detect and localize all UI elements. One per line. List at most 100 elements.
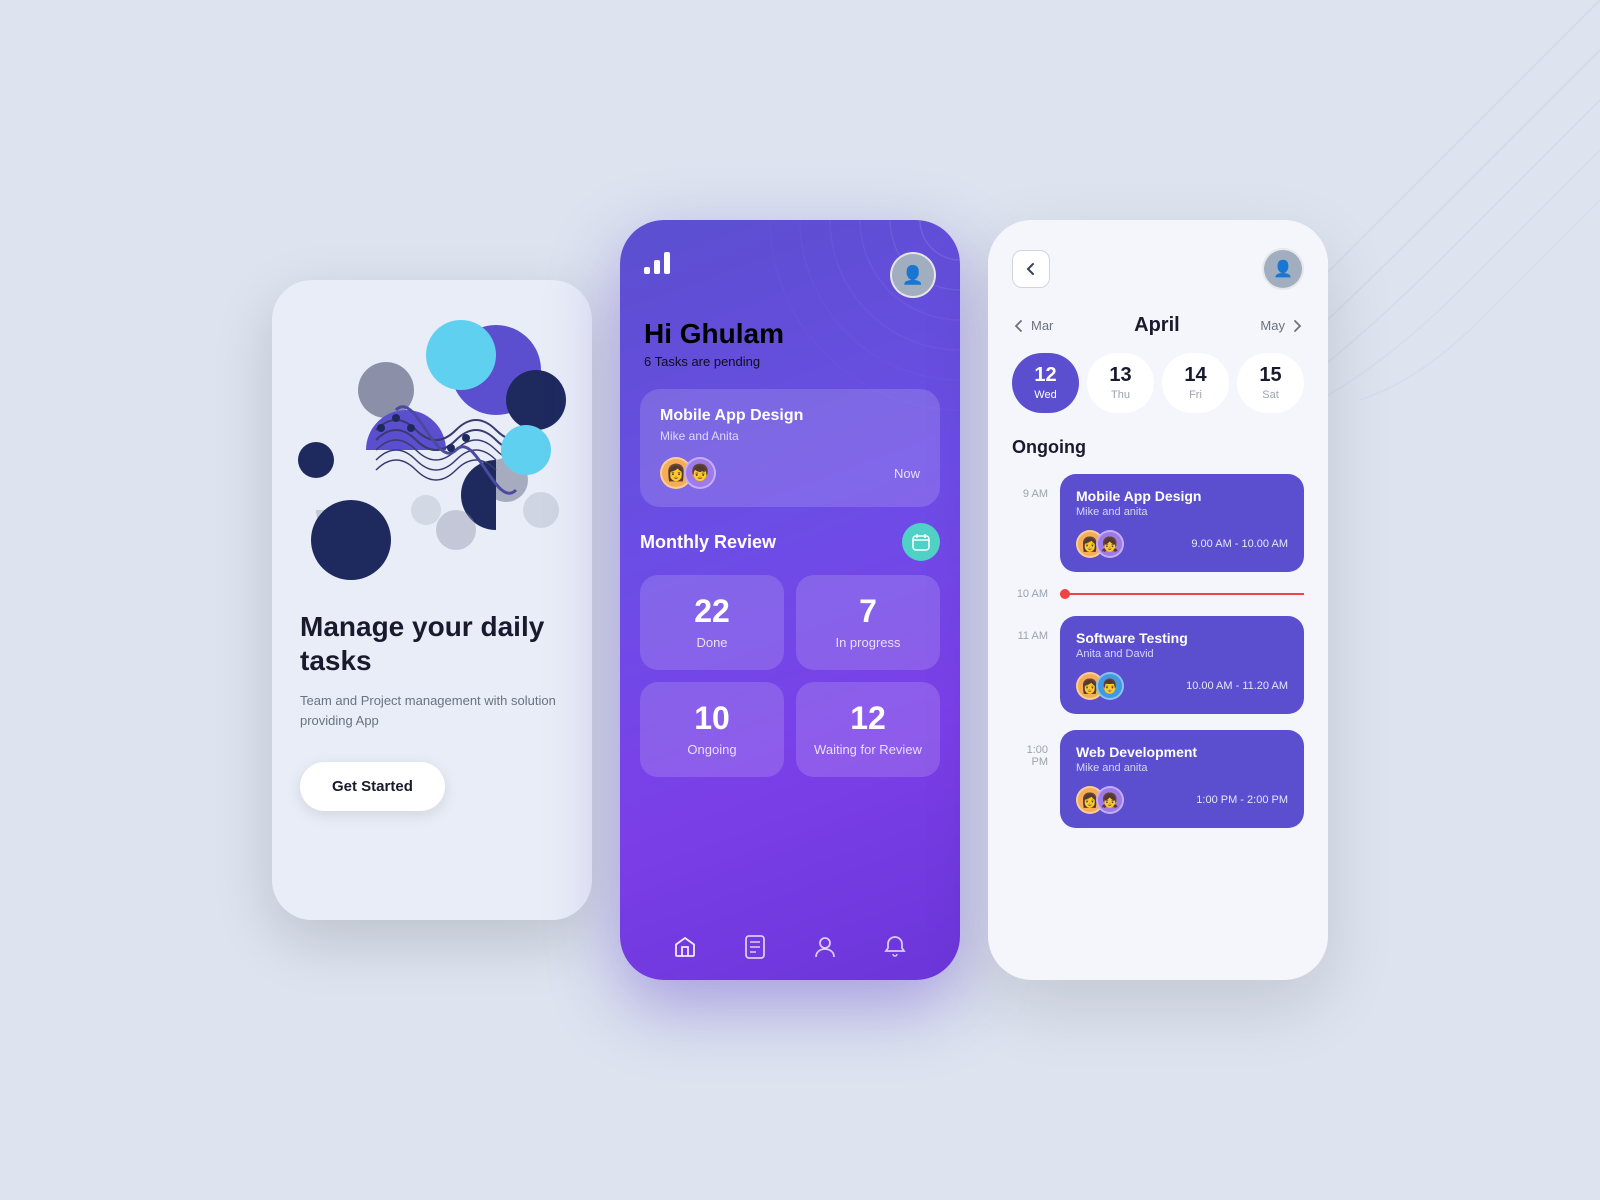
event-1-time-label: 9 AM (1012, 474, 1048, 500)
day-14[interactable]: 14 Fri (1162, 353, 1229, 413)
event-3-time-label: 1:00 PM (1012, 730, 1048, 768)
stat-inprogress-label: In progress (835, 635, 900, 650)
stat-done: 22 Done (640, 575, 784, 670)
bars-icon (644, 252, 672, 279)
next-month-button[interactable]: May (1260, 318, 1304, 333)
event-1-title: Mobile App Design (1076, 488, 1288, 504)
task-avatar-group: 👩 👦 (660, 457, 708, 489)
current-time-label: 10 AM (1012, 588, 1048, 600)
get-started-button[interactable]: Get Started (300, 762, 445, 811)
bottom-nav (620, 914, 960, 980)
event-3-avatars: 👩 👧 (1076, 786, 1116, 814)
calendar-header: 👤 (988, 220, 1328, 306)
calendar-section: Mar April May 12 Wed 13 Thu 14 (988, 306, 1328, 429)
stat-ongoing-label: Ongoing (687, 742, 736, 757)
day-14-number: 14 (1184, 365, 1206, 385)
stat-ongoing-number: 10 (694, 702, 730, 734)
day-15[interactable]: 15 Sat (1237, 353, 1304, 413)
event-1-time-range: 9.00 AM - 10.00 AM (1191, 538, 1288, 550)
day-15-name: Sat (1262, 389, 1279, 401)
greeting-section: Hi Ghulam 6 Tasks are pending (620, 318, 960, 389)
task-card: Mobile App Design Mike and Anita 👩 👦 Now (640, 389, 940, 507)
day-14-name: Fri (1189, 389, 1202, 401)
stat-ongoing: 10 Ongoing (640, 682, 784, 777)
phone-onboarding: Manage your daily tasks Team and Project… (272, 280, 592, 920)
next-month-label: May (1260, 318, 1285, 333)
stats-grid: 22 Done 7 In progress 10 Ongoing 12 Wait… (640, 575, 940, 777)
event-card-2[interactable]: Software Testing Anita and David 👩 👨 10.… (1060, 616, 1304, 714)
current-time-indicator: 10 AM (1012, 588, 1304, 600)
event-1: 9 AM Mobile App Design Mike and anita 👩 … (1012, 474, 1304, 572)
review-title: Monthly Review (640, 532, 776, 553)
review-header: Monthly Review (640, 523, 940, 561)
event-2-footer: 👩 👨 10.00 AM - 11.20 AM (1076, 672, 1288, 700)
phones-container: Manage your daily tasks Team and Project… (272, 220, 1328, 980)
onboarding-description: Team and Project management with solutio… (300, 691, 564, 730)
task-people: Mike and Anita (660, 429, 920, 443)
task-time: Now (894, 466, 920, 481)
event-2: 11 AM Software Testing Anita and David 👩… (1012, 616, 1304, 714)
stat-waiting-number: 12 (850, 702, 886, 734)
event-card-1[interactable]: Mobile App Design Mike and anita 👩 👧 9.0… (1060, 474, 1304, 572)
event-2-time-label: 11 AM (1012, 616, 1048, 642)
nav-docs[interactable] (742, 934, 768, 960)
user-avatar: 👤 (890, 252, 936, 298)
greeting-name: Hi Ghulam (644, 318, 936, 350)
event-card-3[interactable]: Web Development Mike and anita 👩 👧 1:00 … (1060, 730, 1304, 828)
event-3-avatar-2: 👧 (1096, 786, 1124, 814)
nav-notifications[interactable] (882, 934, 908, 960)
nav-profile[interactable] (812, 934, 838, 960)
month-navigation: Mar April May (1012, 314, 1304, 337)
day-15-number: 15 (1259, 365, 1281, 385)
prev-month-label: Mar (1031, 318, 1053, 333)
day-13-name: Thu (1111, 389, 1130, 401)
days-row: 12 Wed 13 Thu 14 Fri 15 Sat (1012, 353, 1304, 413)
stat-inprogress: 7 In progress (796, 575, 940, 670)
event-2-people: Anita and David (1076, 648, 1288, 660)
back-button[interactable] (1012, 250, 1050, 288)
event-2-time-range: 10.00 AM - 11.20 AM (1186, 680, 1288, 692)
current-time-line (1060, 593, 1304, 595)
stat-waiting: 12 Waiting for Review (796, 682, 940, 777)
event-1-people: Mike and anita (1076, 506, 1288, 518)
phone-dashboard: 👤 Hi Ghulam 6 Tasks are pending Mobile A… (620, 220, 960, 980)
onboarding-content: Manage your daily tasks Team and Project… (296, 610, 568, 811)
event-1-avatars: 👩 👧 (1076, 530, 1116, 558)
event-1-avatar-2: 👧 (1096, 530, 1124, 558)
task-title: Mobile App Design (660, 407, 920, 425)
calendar-user-avatar: 👤 (1262, 248, 1304, 290)
task-footer: 👩 👦 Now (660, 457, 920, 489)
current-time-dot (1060, 589, 1070, 599)
event-3: 1:00 PM Web Development Mike and anita 👩… (1012, 730, 1304, 828)
event-3-time-range: 1:00 PM - 2:00 PM (1196, 794, 1288, 806)
day-13[interactable]: 13 Thu (1087, 353, 1154, 413)
current-month: April (1134, 314, 1180, 337)
event-2-avatar-2: 👨 (1096, 672, 1124, 700)
ongoing-section: Ongoing 9 AM Mobile App Design Mike and … (988, 429, 1328, 980)
stat-inprogress-number: 7 (859, 595, 877, 627)
stat-done-label: Done (696, 635, 727, 650)
ongoing-title: Ongoing (1012, 437, 1304, 458)
review-section: Monthly Review 22 Done 7 In progress (640, 523, 940, 777)
day-13-number: 13 (1109, 365, 1131, 385)
phone-calendar: 👤 Mar April May 12 Wed (988, 220, 1328, 980)
illustration (296, 310, 568, 590)
day-12[interactable]: 12 Wed (1012, 353, 1079, 413)
event-1-footer: 👩 👧 9.00 AM - 10.00 AM (1076, 530, 1288, 558)
greeting-subtitle: 6 Tasks are pending (644, 354, 936, 369)
day-12-number: 12 (1034, 365, 1056, 385)
onboarding-title: Manage your daily tasks (300, 610, 564, 677)
calendar-icon-btn[interactable] (902, 523, 940, 561)
nav-home[interactable] (672, 934, 698, 960)
day-12-name: Wed (1034, 389, 1056, 401)
event-2-avatars: 👩 👨 (1076, 672, 1116, 700)
event-3-footer: 👩 👧 1:00 PM - 2:00 PM (1076, 786, 1288, 814)
prev-month-button[interactable]: Mar (1012, 318, 1053, 333)
stat-done-number: 22 (694, 595, 730, 627)
dashboard-header: 👤 (620, 220, 960, 318)
stat-waiting-label: Waiting for Review (814, 742, 922, 757)
event-2-title: Software Testing (1076, 630, 1288, 646)
avatar-2: 👦 (684, 457, 716, 489)
event-3-title: Web Development (1076, 744, 1288, 760)
event-3-people: Mike and anita (1076, 762, 1288, 774)
